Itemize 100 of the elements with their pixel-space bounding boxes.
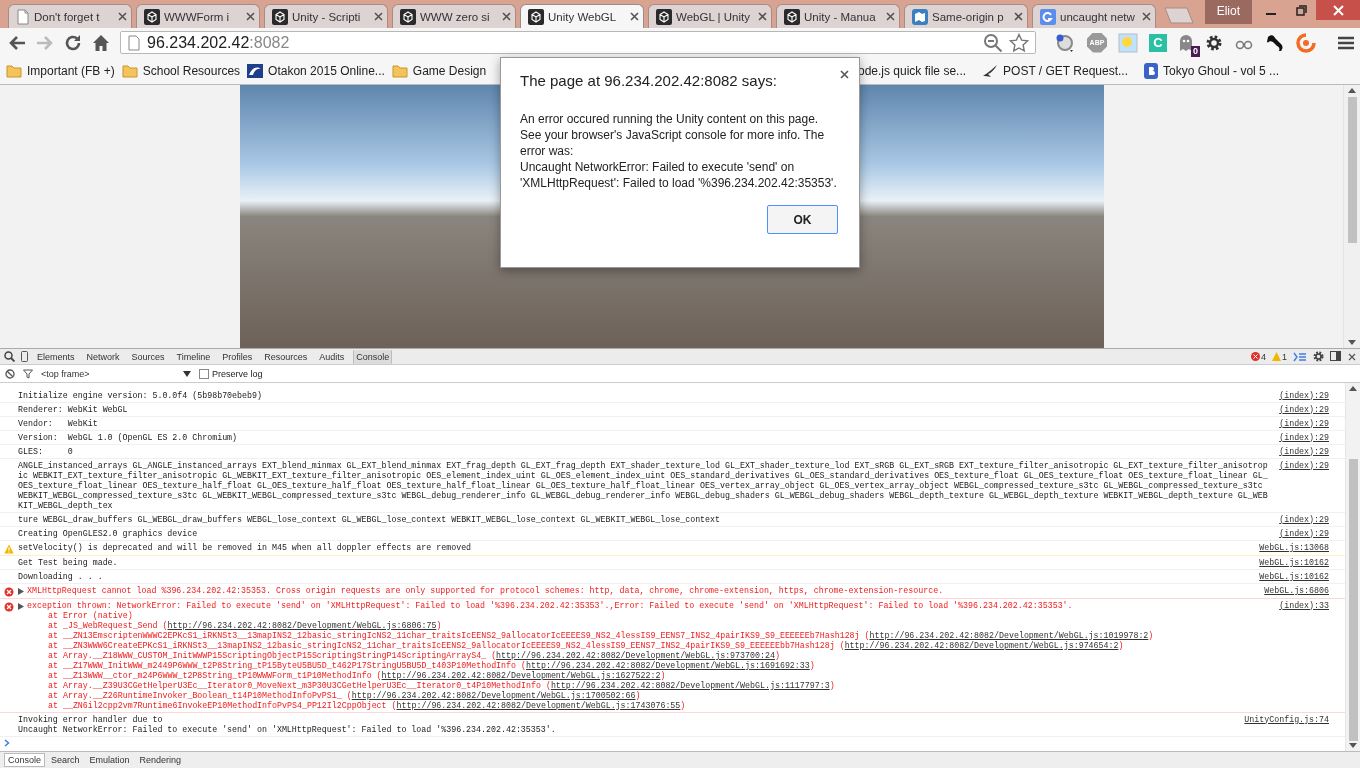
devtools-tab[interactable]: Sources <box>128 349 168 364</box>
drawer-tab[interactable]: Emulation <box>85 753 134 767</box>
drawer-tab[interactable]: Search <box>47 753 84 767</box>
stack-link[interactable]: http://96.234.202.42:8082/Development/WebGL.js:973700:24 <box>496 650 775 660</box>
settings-icon[interactable] <box>1313 351 1324 362</box>
browser-tab[interactable]: WWW zero si <box>392 4 516 28</box>
stack-link[interactable]: http://96.234.202.42:8082/Development/WebGL.js:6806:75 <box>167 620 437 630</box>
close-icon[interactable] <box>1348 352 1356 361</box>
context-dropdown[interactable]: <top frame> <box>41 368 175 379</box>
stack-link[interactable]: http://96.234.202.42:8082/Development/WebGL.js:1700502:66 <box>351 690 636 700</box>
close-icon[interactable] <box>118 12 127 21</box>
globe-icon[interactable] <box>1054 32 1076 53</box>
stack-frame: at Array.__Z18WWW_CUSTOM_InitWWWP15ScriptingObjectP15ScriptingStringP14ScriptingArrayS4_ (http://96.234.202.42:8082/Development/WebGL.js:973700:24) <box>48 650 1329 661</box>
profile-name[interactable]: Eliot <box>1204 0 1252 24</box>
stack-link[interactable]: http://96.234.202.42:8082/Development/WebGL.js:1691692:33 <box>526 660 810 670</box>
minimize-icon <box>1266 13 1276 15</box>
source-link[interactable]: (index):29 <box>1279 460 1329 471</box>
source-link[interactable]: (index):33 <box>1279 600 1329 611</box>
drawer-icon[interactable] <box>1293 351 1307 362</box>
devtools-tab[interactable]: Audits <box>316 349 348 364</box>
browser-tab[interactable]: Unity - Scripti <box>264 4 388 28</box>
ghost-icon[interactable] <box>1178 33 1194 52</box>
address-field[interactable]: 96.234.202.42:8082 <box>120 31 1036 54</box>
bookmark[interactable]: Important (FB +) <box>6 63 115 78</box>
source-link[interactable]: (index):29 <box>1279 390 1329 401</box>
source-link[interactable]: WebGL.js:10162 <box>1259 571 1329 582</box>
source-link[interactable]: (index):29 <box>1279 528 1329 539</box>
home-icon[interactable] <box>92 33 110 52</box>
source-link[interactable]: WebGL.js:6806 <box>1264 585 1329 596</box>
scrollbar[interactable] <box>1343 85 1360 348</box>
dock-icon[interactable] <box>1330 351 1342 362</box>
console-message: Invoking error handler due to Uncaught NetworkError: Failed to execute 'send' on 'XMLHttpRequest': Failed to load '%396.234.202.42:35353'. <box>18 714 556 735</box>
menu-icon[interactable] <box>1338 35 1354 50</box>
browser-tab[interactable]: WebGL | Unity <box>648 4 772 28</box>
settings-icon[interactable] <box>1205 33 1223 52</box>
device-icon[interactable] <box>21 351 28 362</box>
close-icon[interactable] <box>1014 12 1023 21</box>
bookmark[interactable]: Game Design <box>391 63 487 78</box>
drawer-tab[interactable]: Rendering <box>135 753 186 767</box>
close-icon[interactable] <box>630 12 639 21</box>
search-icon[interactable] <box>4 351 15 362</box>
source-link[interactable]: (index):29 <box>1279 514 1329 525</box>
bookmark[interactable]: POST / GET Request... <box>982 62 1128 79</box>
scrollbar[interactable] <box>1345 383 1360 751</box>
drawer-tab[interactable]: Console <box>4 753 46 767</box>
bookmark[interactable]: Tokyo Ghoul - vol 5 ... <box>1144 62 1280 79</box>
stack-link[interactable]: http://96.234.202.42:8082/Development/WebGL.js:1627522:2 <box>381 670 661 680</box>
browser-tab[interactable]: Don't forget t <box>8 4 132 28</box>
warning-icon <box>1272 352 1281 361</box>
stack-link[interactable]: http://96.234.202.42:8082/Development/WebGL.js:1117797:3 <box>550 680 830 690</box>
browser-tab[interactable]: Same-origin p <box>904 4 1028 28</box>
close-icon[interactable] <box>886 12 895 21</box>
devtools-tab[interactable]: Timeline <box>173 349 214 364</box>
source-link[interactable]: (index):29 <box>1279 446 1329 457</box>
ring-icon[interactable] <box>1296 32 1316 53</box>
browser-tab[interactable]: Unity - Manua <box>776 4 900 28</box>
expand-arrow-icon[interactable] <box>18 587 24 595</box>
browser-tab[interactable]: uncaught netw <box>1032 4 1156 28</box>
source-link[interactable]: (index):29 <box>1279 432 1329 443</box>
clear-icon[interactable] <box>5 368 15 379</box>
zoom-icon[interactable] <box>983 32 1003 53</box>
ok-button[interactable]: OK <box>767 205 838 234</box>
source-link[interactable]: (index):29 <box>1279 404 1329 415</box>
star-icon[interactable] <box>1009 32 1029 53</box>
close-icon[interactable] <box>758 12 767 21</box>
stack-link[interactable]: http://96.234.202.42:8082/Development/WebGL.js:1019978:2 <box>869 630 1149 640</box>
stack-link[interactable]: http://96.234.202.42:8082/Development/WebGL.js:974654:2 <box>844 640 1119 650</box>
bookmark[interactable]: Otakon 2015 Online... <box>247 63 385 78</box>
console-message: Renderer: WebKit WebGL <box>18 404 128 415</box>
source-link[interactable]: (index):29 <box>1279 418 1329 429</box>
devtools-tab[interactable]: Elements <box>34 349 78 364</box>
stack-frame: at __ZN3WWW6CreateEPKcS1_iRKNSt3__13mapINS2_12basic_stringIcNS2_11char_traitsIcEENS2_9allocatorIcEEEES9_NS2_4lessIS9_EENS7_INS2_4pairIKS9_S9_EEEEEEbb7Hash128j (http://96.234.202.42:8082/Development/WebGL.js:974654:2) <box>48 640 1329 651</box>
close-icon[interactable] <box>502 12 511 21</box>
source-link[interactable]: WebGL.js:13068 <box>1259 542 1329 553</box>
source-link[interactable]: UnityConfig.js:74 <box>1244 714 1329 725</box>
error-count: 4 <box>1260 351 1266 362</box>
close-window-button[interactable] <box>1316 0 1360 20</box>
close-icon[interactable] <box>840 70 849 79</box>
expand-arrow-icon[interactable] <box>18 602 24 610</box>
bookmark[interactable]: School Resources <box>121 63 241 78</box>
source-link[interactable]: WebGL.js:10162 <box>1259 557 1329 568</box>
close-icon[interactable] <box>374 12 383 21</box>
close-icon[interactable] <box>246 12 255 21</box>
browser-tab[interactable]: WWWForm i <box>136 4 260 28</box>
devtools-tab[interactable]: Console <box>353 349 393 364</box>
figure-icon[interactable] <box>1265 32 1285 53</box>
back-icon[interactable] <box>8 34 26 51</box>
flag-icon <box>247 63 264 78</box>
dropdown-caret-icon[interactable] <box>183 370 191 377</box>
reload-icon[interactable] <box>64 33 82 52</box>
devtools-tab[interactable]: Network <box>83 349 123 364</box>
devtools-tab[interactable]: Resources <box>261 349 311 364</box>
filter-icon[interactable] <box>23 368 33 379</box>
browser-tab[interactable]: Unity WebGL <box>520 4 644 28</box>
bird-icon <box>982 63 999 78</box>
close-icon[interactable] <box>1142 12 1151 21</box>
devtools-tab[interactable]: Profiles <box>219 349 256 364</box>
dialog-title: The page at 96.234.202.42:8082 says: <box>520 72 778 89</box>
checkbox[interactable] <box>199 368 209 379</box>
stack-link[interactable]: http://96.234.202.42:8082/Development/WebGL.js:1743076:55 <box>396 700 681 710</box>
